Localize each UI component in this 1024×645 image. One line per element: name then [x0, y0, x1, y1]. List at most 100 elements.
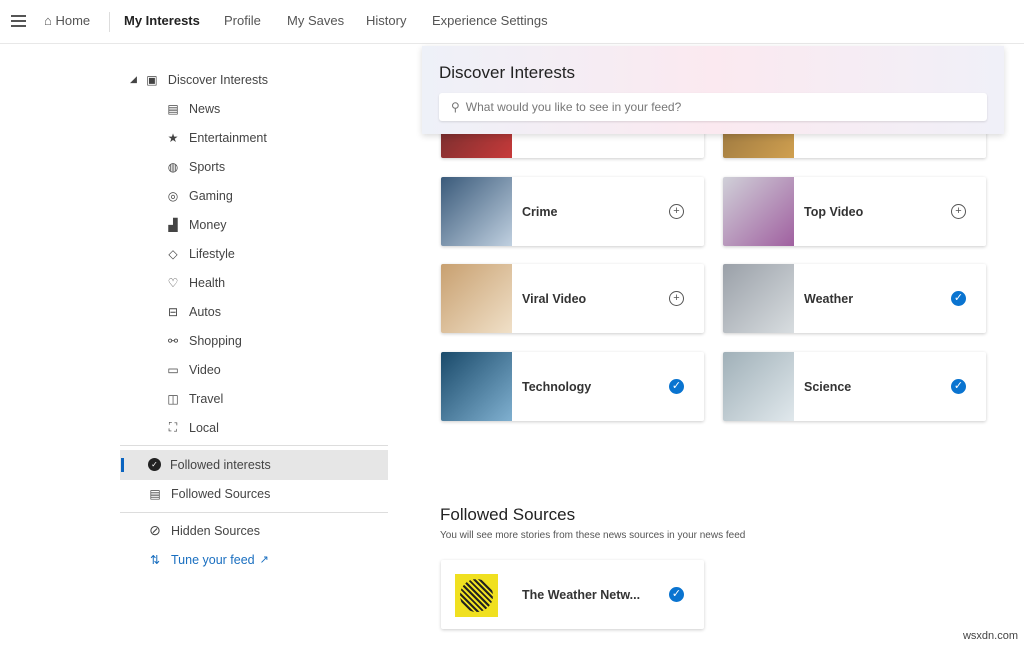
star-icon: ★ [167, 130, 179, 145]
nav-my-saves[interactable]: My Saves [287, 13, 344, 28]
sidebar-label: Entertainment [189, 130, 267, 145]
nav-profile[interactable]: Profile [224, 13, 261, 28]
search-icon: ⚲ [451, 100, 460, 114]
location-icon: ⛶ [168, 420, 178, 434]
ball-icon: ◍ [167, 159, 179, 174]
sidebar-item-lifestyle[interactable]: ◇ Lifestyle [166, 239, 235, 268]
followed-check-icon[interactable]: ✓ [951, 291, 966, 306]
video-icon: ▭ [167, 362, 179, 377]
interest-image [441, 177, 512, 246]
suitcase-icon: ◫ [167, 391, 179, 406]
interest-label: Weather [804, 292, 854, 306]
sidebar-label: Discover Interests [167, 72, 268, 87]
followed-check-icon[interactable]: ✓ [951, 379, 966, 394]
sidebar-item-news[interactable]: ▤ News [166, 94, 220, 123]
sidebar-label: Sports [189, 159, 226, 174]
followed-check-icon[interactable]: ✓ [669, 379, 684, 394]
watermark: wsxdn.com [962, 630, 1018, 642]
sidebar-item-entertainment[interactable]: ★ Entertainment [166, 123, 267, 152]
discover-icon: ▣ [146, 72, 158, 87]
sidebar-hidden-sources[interactable]: ⊘ Hidden Sources [148, 516, 260, 545]
interest-image [441, 352, 512, 421]
nav-home-label: Home [55, 13, 91, 28]
discover-header: Discover Interests ⚲ What would you like… [422, 46, 1004, 134]
menu-icon[interactable] [11, 15, 26, 27]
add-plus-icon[interactable]: + [669, 204, 684, 219]
sidebar-item-travel[interactable]: ◫ Travel [166, 384, 223, 413]
nav-my-interests[interactable]: My Interests [124, 13, 200, 28]
sidebar-item-money[interactable]: ▟ Money [166, 210, 227, 239]
sidebar-item-gaming[interactable]: ◎ Gaming [166, 181, 233, 210]
sidebar-item-local[interactable]: ⛶ Local [166, 413, 219, 442]
sidebar-label: Autos [189, 304, 221, 319]
tune-feed-link[interactable]: ⇅ Tune your feed ↗ [148, 545, 269, 574]
sidebar-label: Hidden Sources [171, 523, 260, 538]
collapse-triangle-icon[interactable]: ◢ [130, 74, 137, 85]
source-card[interactable]: The Weather Netw... ✓ [441, 560, 704, 629]
divider [120, 512, 388, 513]
add-plus-icon[interactable]: + [951, 204, 966, 219]
interest-image [723, 177, 794, 246]
sidebar-item-autos[interactable]: ⊟ Autos [166, 297, 221, 326]
sidebar-label: News [189, 101, 221, 116]
sidebar-item-health[interactable]: ♡ Health [166, 268, 226, 297]
interest-card[interactable]: Top Video + [723, 177, 986, 246]
followed-sources-title: Followed Sources [440, 505, 576, 524]
interest-card[interactable]: Weather ✓ [723, 264, 986, 333]
interest-card[interactable]: Crime + [441, 177, 704, 246]
car-icon: ⊟ [167, 304, 179, 319]
add-plus-icon[interactable]: + [669, 291, 684, 306]
sidebar-item-sports[interactable]: ◍ Sports [166, 152, 225, 181]
interest-label: Viral Video [522, 292, 587, 306]
sidebar-followed-interests[interactable]: ✓ Followed interests [148, 450, 271, 479]
interest-card[interactable]: Technology ✓ [441, 352, 704, 421]
sidebar-label: Money [189, 217, 227, 232]
gamepad-icon: ◎ [167, 188, 179, 203]
top-nav: ⌂ Home My Interests Profile My Saves His… [0, 0, 1024, 44]
nav-home[interactable]: ⌂ Home [44, 13, 90, 28]
sidebar-label: Gaming [189, 188, 233, 203]
newspaper-icon: ▤ [149, 486, 161, 501]
external-link-icon: ↗ [259, 554, 269, 566]
nav-divider [109, 12, 110, 32]
sidebar-item-video[interactable]: ▭ Video [166, 355, 221, 384]
followed-check-icon[interactable]: ✓ [669, 587, 684, 602]
sidebar-followed-sources[interactable]: ▤ Followed Sources [148, 479, 270, 508]
sort-arrows-icon: ⇅ [149, 552, 161, 567]
interest-label: Technology [522, 380, 592, 394]
interest-image [723, 352, 794, 421]
check-circle-icon: ✓ [148, 458, 161, 471]
sidebar-label: Travel [189, 391, 224, 406]
weather-network-logo [455, 574, 498, 617]
sidebar-label: Lifestyle [189, 246, 235, 261]
heart-icon: ♡ [167, 275, 179, 290]
newspaper-icon: ▤ [167, 101, 179, 116]
page-title: Discover Interests [439, 63, 576, 82]
interest-label: Science [804, 380, 852, 394]
sidebar-label: Health [189, 275, 226, 290]
interest-label: Top Video [804, 205, 864, 219]
sidebar-item-shopping[interactable]: ⚯ Shopping [166, 326, 242, 355]
divider [120, 445, 388, 446]
interest-card[interactable]: Science ✓ [723, 352, 986, 421]
sidebar-label: Video [189, 362, 221, 377]
search-input[interactable]: ⚲ What would you like to see in your fee… [439, 93, 987, 121]
nav-experience-settings[interactable]: Experience Settings [432, 13, 548, 28]
interest-image [441, 264, 512, 333]
shopping-icon: ⚯ [167, 333, 179, 348]
sidebar-label: Shopping [189, 333, 242, 348]
sidebar-discover-interests[interactable]: ◢ ▣ Discover Interests [130, 65, 268, 94]
diamond-icon: ◇ [168, 246, 178, 261]
interest-label: Crime [522, 205, 558, 219]
sidebar-label: Local [189, 420, 219, 435]
nav-history[interactable]: History [366, 13, 406, 28]
sidebar-label: Followed Sources [171, 486, 271, 501]
sidebar-label: Followed interests [170, 457, 271, 472]
chart-icon: ▟ [168, 217, 178, 232]
search-placeholder: What would you like to see in your feed? [465, 100, 682, 114]
interest-image [723, 264, 794, 333]
followed-sources-subtitle: You will see more stories from these new… [440, 530, 746, 541]
interest-card[interactable]: Viral Video + [441, 264, 704, 333]
tune-feed-label: Tune your feed [171, 552, 255, 567]
source-label: The Weather Netw... [522, 588, 641, 602]
